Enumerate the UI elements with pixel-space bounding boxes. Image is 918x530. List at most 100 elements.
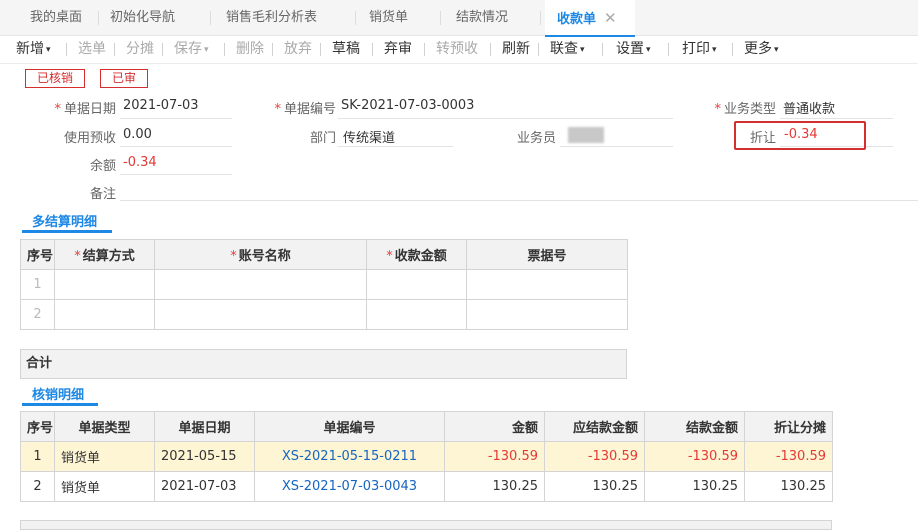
tab-label: 销售毛利分析表 — [226, 10, 318, 25]
chevron-down-icon: ▾ — [774, 45, 779, 55]
table-row[interactable]: 2 销货单 2021-07-03 XS-2021-07-03-0043 130.… — [20, 471, 833, 502]
select-bill-button[interactable]: 选单 — [78, 37, 106, 61]
salesman-label: 业务员 — [516, 131, 556, 146]
required-mark: * — [230, 249, 237, 264]
tab-sales-delivery[interactable]: 销货单 — [369, 0, 408, 36]
settings-button[interactable]: 设置 ▾ — [616, 37, 651, 61]
balance-field[interactable]: -0.34 — [123, 155, 157, 170]
salesman-redacted — [568, 127, 604, 143]
col-header-no: 序号 — [20, 411, 55, 442]
draft-button[interactable]: 草稿 — [332, 37, 360, 61]
tab-divider — [98, 11, 99, 25]
settle-total-row: 合计 — [20, 349, 627, 379]
audited-stamp: 已审 — [100, 69, 148, 88]
tab-my-desktop[interactable]: 我的桌面 — [30, 0, 82, 36]
amount-cell: 130.25 — [444, 471, 545, 502]
tab-divider — [440, 11, 441, 25]
required-mark: * — [54, 102, 61, 117]
tab-receipt[interactable]: 收款单 ✕ — [545, 0, 635, 37]
tab-settlement-status[interactable]: 结款情况 — [456, 0, 508, 36]
bill-type-cell: 销货单 — [54, 471, 155, 502]
print-button[interactable]: 打印 ▾ — [682, 37, 717, 61]
section-title-underline — [22, 403, 98, 406]
save-button[interactable]: 保存 ▾ — [174, 37, 209, 61]
dept-label: 部门 — [309, 131, 336, 146]
biz-type-label: * 业务类型 — [690, 98, 776, 117]
dept-field[interactable]: 传统渠道 — [343, 127, 395, 146]
chevron-down-icon: ▾ — [204, 45, 209, 55]
verify-total-row — [20, 520, 832, 530]
link-query-button[interactable]: 联查 ▾ — [550, 37, 585, 61]
apportion-button[interactable]: 分摊 — [126, 37, 154, 61]
account-name-cell[interactable] — [154, 269, 367, 300]
refresh-button[interactable]: 刷新 — [502, 37, 530, 61]
toolbar-divider — [372, 43, 373, 56]
add-button[interactable]: 新增 ▾ — [16, 37, 51, 61]
table-row[interactable]: 2 — [20, 299, 628, 330]
bill-no-field[interactable]: SK-2021-07-03-0003 — [341, 98, 474, 113]
tab-label: 结款情况 — [456, 10, 509, 25]
paid-amount-cell[interactable]: 130.25 — [644, 471, 745, 502]
bill-type-cell: 销货单 — [54, 441, 155, 472]
use-prepaid-field[interactable]: 0.00 — [123, 127, 152, 142]
save-label: 保存 — [174, 41, 202, 57]
col-header-settle-method-text: 结算方式 — [82, 249, 135, 264]
more-label: 更多 — [744, 41, 772, 57]
paid-amount-cell[interactable]: -130.59 — [644, 441, 745, 472]
ticket-no-cell[interactable] — [466, 269, 628, 300]
chevron-down-icon: ▾ — [712, 45, 717, 55]
col-header-received-amount-text: 收款金额 — [394, 249, 447, 264]
tab-sales-margin-report[interactable]: 销售毛利分析表 — [226, 0, 317, 36]
chevron-down-icon: ▾ — [646, 45, 651, 55]
account-name-cell[interactable] — [154, 299, 367, 330]
tab-init-guide[interactable]: 初始化导航 — [110, 0, 175, 36]
col-header-received-amount: * 收款金额 — [366, 239, 467, 270]
biz-type-field[interactable]: 普通收款 — [783, 98, 835, 117]
unaudit-button[interactable]: 弃审 — [384, 37, 412, 61]
verified-stamp: 已核销 — [25, 69, 85, 88]
bill-date-label: * 单据日期 — [40, 98, 116, 117]
row-number: 1 — [20, 269, 55, 300]
discount-share-cell[interactable]: 130.25 — [744, 471, 833, 502]
delete-button[interactable]: 删除 — [236, 37, 264, 61]
received-amount-cell[interactable] — [366, 299, 467, 330]
settle-method-cell[interactable] — [54, 269, 155, 300]
toolbar-divider — [66, 43, 67, 56]
toolbar: 新增 ▾ 选单 分摊 保存 ▾ 删除 放弃 草稿 弃审 转预收 刷新 联查 ▾ 设置 ▾… — [0, 37, 918, 63]
remark-label: 备注 — [89, 187, 116, 202]
remark-underline[interactable] — [120, 200, 918, 201]
tab-divider — [540, 11, 541, 25]
toolbar-divider — [668, 43, 669, 56]
more-button[interactable]: 更多 ▾ — [744, 37, 779, 61]
ticket-no-cell[interactable] — [466, 299, 628, 330]
amount-cell: -130.59 — [444, 441, 545, 472]
tab-bar: 我的桌面 初始化导航 销售毛利分析表 销货单 结款情况 收款单 ✕ — [0, 0, 918, 37]
col-header-paid-amount: 结款金额 — [644, 411, 745, 442]
col-header-amount: 金额 — [444, 411, 545, 442]
required-mark: * — [714, 102, 721, 117]
discount-share-cell[interactable]: -130.59 — [744, 441, 833, 472]
toolbar-divider — [272, 43, 273, 56]
required-mark: * — [274, 102, 281, 117]
discard-button[interactable]: 放弃 — [284, 37, 312, 61]
table-row[interactable]: 1 — [20, 269, 628, 300]
verify-section-title[interactable]: 核销明细 — [32, 384, 84, 403]
received-amount-cell[interactable] — [366, 269, 467, 300]
table-row[interactable]: 1 销货单 2021-05-15 XS-2021-05-15-0211 -130… — [20, 441, 833, 472]
field-underline — [120, 146, 232, 147]
tab-label: 收款单 — [557, 12, 597, 27]
col-header-ticket-no: 票据号 — [466, 239, 628, 270]
toolbar-divider — [320, 43, 321, 56]
toolbar-divider — [114, 43, 115, 56]
close-icon[interactable]: ✕ — [604, 9, 617, 27]
col-header-bill-no: 单据编号 — [254, 411, 445, 442]
col-header-discount-share: 折让分摊 — [744, 411, 833, 442]
col-header-due-amount: 应结款金额 — [544, 411, 645, 442]
bill-date-field[interactable]: 2021-07-03 — [123, 98, 199, 113]
settle-method-cell[interactable] — [54, 299, 155, 330]
bill-no-link[interactable]: XS-2021-05-15-0211 — [254, 441, 445, 472]
field-underline — [560, 146, 673, 147]
bill-no-link[interactable]: XS-2021-07-03-0043 — [254, 471, 445, 502]
settle-section-title[interactable]: 多结算明细 — [32, 211, 97, 230]
to-prepaid-button[interactable]: 转预收 — [436, 37, 478, 61]
